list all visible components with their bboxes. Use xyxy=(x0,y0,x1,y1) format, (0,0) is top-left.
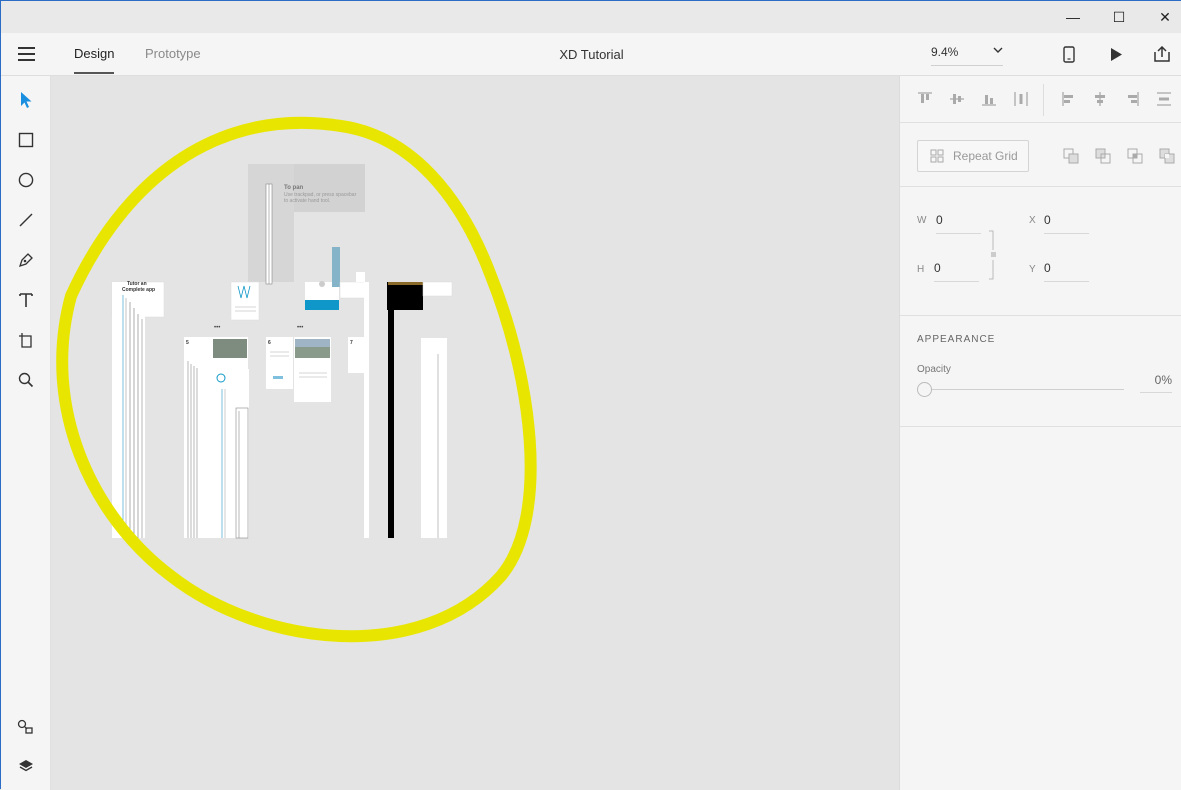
ellipse-tool[interactable] xyxy=(13,167,39,193)
x-field[interactable]: 0 xyxy=(1044,213,1089,234)
app-title-line-2: Complete app xyxy=(122,287,155,293)
canvas-artwork: To pan Use trackpad, or press spacebar t… xyxy=(56,116,537,643)
artboard-tool[interactable] xyxy=(13,327,39,353)
repeat-grid-icon xyxy=(930,149,944,163)
opacity-slider-handle[interactable] xyxy=(917,382,932,397)
align-divider xyxy=(1043,84,1044,116)
property-inspector: Repeat Grid W 0 X 0 H 0 Y 0 APPEARANCE O… xyxy=(899,76,1181,790)
tab-design[interactable]: Design xyxy=(74,46,114,61)
maximize-icon: ☐ xyxy=(1112,8,1126,25)
assets-icon xyxy=(17,719,33,734)
number-5: 5 xyxy=(186,340,189,346)
close-button[interactable]: ✕ xyxy=(1142,1,1181,33)
text-icon xyxy=(19,293,33,307)
tool-bar xyxy=(1,76,51,790)
panel-separator xyxy=(900,122,1181,123)
dots-1: ••• xyxy=(214,325,220,331)
add-boolean-icon[interactable] xyxy=(1063,148,1079,164)
zoom-value: 9.4% xyxy=(931,45,959,59)
intersect-boolean-icon[interactable] xyxy=(1127,148,1143,164)
align-top-icon[interactable] xyxy=(916,90,934,108)
icon-card xyxy=(230,281,260,321)
pan-title: To pan xyxy=(284,185,304,191)
y-label: Y xyxy=(1029,264,1036,275)
align-left-icon[interactable] xyxy=(1060,90,1078,108)
chevron-down-icon xyxy=(993,45,1003,56)
appearance-title: APPEARANCE xyxy=(917,334,996,345)
panel-separator xyxy=(900,186,1181,187)
photo-1 xyxy=(213,339,247,358)
ellipse-icon xyxy=(18,172,34,188)
hamburger-menu-icon[interactable] xyxy=(18,47,35,61)
assets-tool[interactable] xyxy=(13,714,39,740)
layers-icon xyxy=(19,760,33,772)
dark-artboard-strip xyxy=(388,282,394,538)
line-icon xyxy=(19,213,33,227)
minimize-button[interactable]: — xyxy=(1050,1,1096,33)
width-label: W xyxy=(917,215,927,226)
align-bottom-icon[interactable] xyxy=(980,90,998,108)
panel-separator xyxy=(900,315,1181,316)
lock-aspect-icon[interactable] xyxy=(988,230,998,280)
detail-card-5 xyxy=(235,407,249,539)
mockup-side xyxy=(339,281,369,299)
align-right-icon[interactable] xyxy=(1123,90,1141,108)
pen-icon xyxy=(18,253,33,268)
mockup-bar xyxy=(305,300,339,310)
distribute-horizontal-icon[interactable] xyxy=(1012,90,1030,108)
exclude-boolean-icon[interactable] xyxy=(1159,148,1175,164)
height-label: H xyxy=(917,264,925,275)
share-icon[interactable] xyxy=(1150,43,1174,65)
active-tab-indicator xyxy=(74,72,114,74)
app-header: Design Prototype XD Tutorial 9.4% xyxy=(1,33,1181,76)
app-window: — ☐ ✕ Design Prototype XD Tutorial 9.4% xyxy=(0,0,1181,790)
select-icon xyxy=(21,92,32,108)
y-field[interactable]: 0 xyxy=(1044,261,1089,282)
artboard-7-tall xyxy=(364,282,369,538)
zoom-dropdown[interactable]: 9.4% xyxy=(931,43,1003,66)
zoom-tool[interactable] xyxy=(13,367,39,393)
rectangle-icon xyxy=(18,132,34,148)
select-tool[interactable] xyxy=(13,87,39,113)
dark-caption xyxy=(422,281,453,297)
line-tool[interactable] xyxy=(13,207,39,233)
pen-tool[interactable] xyxy=(13,247,39,273)
maximize-button[interactable]: ☐ xyxy=(1096,1,1142,33)
height-field[interactable]: 0 xyxy=(934,261,979,282)
text-tool[interactable] xyxy=(13,287,39,313)
panel-separator xyxy=(900,426,1181,427)
distribute-vertical-icon[interactable] xyxy=(1155,90,1173,108)
artboard-icon xyxy=(19,333,32,348)
artboard-8 xyxy=(421,338,447,538)
width-field[interactable]: 0 xyxy=(936,213,981,234)
title-bar: — ☐ ✕ xyxy=(1,1,1181,33)
number-7: 7 xyxy=(350,340,353,346)
align-center-icon[interactable] xyxy=(1091,90,1109,108)
x-label: X xyxy=(1029,215,1036,226)
design-canvas[interactable]: To pan Use trackpad, or press spacebar t… xyxy=(51,76,899,790)
zoom-icon xyxy=(18,372,34,388)
tab-prototype[interactable]: Prototype xyxy=(145,46,201,61)
opacity-slider-track[interactable] xyxy=(932,389,1124,390)
play-icon[interactable] xyxy=(1104,43,1128,65)
align-middle-icon[interactable] xyxy=(948,90,966,108)
repeat-grid-label: Repeat Grid xyxy=(953,149,1018,163)
opacity-label: Opacity xyxy=(917,364,951,375)
layers-tool[interactable] xyxy=(13,753,39,779)
artboard-1-tall xyxy=(112,282,145,538)
mobile-preview-icon[interactable] xyxy=(1057,43,1081,65)
opacity-value[interactable]: 0% xyxy=(1140,373,1172,393)
dots-2: ••• xyxy=(297,325,303,331)
pan-line-2: to activate hand tool. xyxy=(284,198,330,204)
subtract-boolean-icon[interactable] xyxy=(1095,148,1111,164)
rectangle-tool[interactable] xyxy=(13,127,39,153)
minimize-icon: — xyxy=(1066,9,1080,25)
number-6: 6 xyxy=(268,340,271,346)
close-icon: ✕ xyxy=(1159,8,1171,25)
repeat-grid-button[interactable]: Repeat Grid xyxy=(917,140,1029,172)
